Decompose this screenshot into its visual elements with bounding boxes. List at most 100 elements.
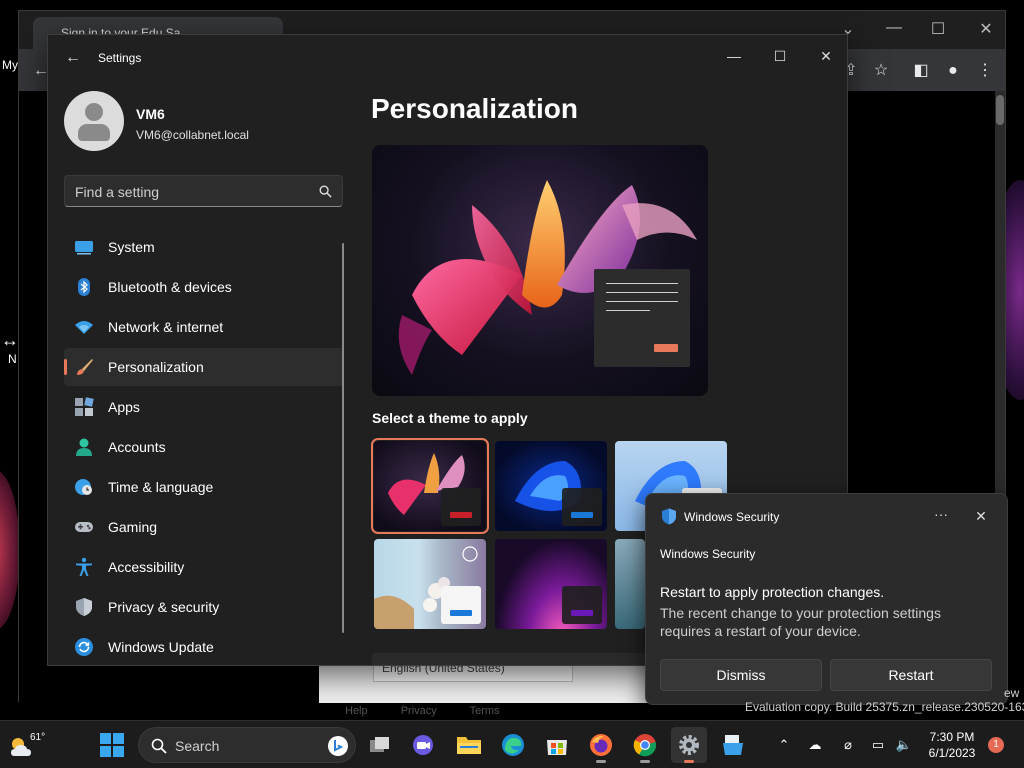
sidebar-item-label: System: [108, 239, 155, 255]
search-input[interactable]: [75, 182, 305, 202]
display-icon[interactable]: ▭: [868, 735, 888, 755]
browser-minimize-button[interactable]: —: [881, 19, 907, 41]
bookmark-star-icon[interactable]: ☆: [871, 61, 891, 81]
user-email: VM6@collabnet.local: [136, 128, 249, 142]
sidebar-item-network[interactable]: Network & internet: [64, 308, 344, 346]
close-button[interactable]: ✕: [803, 41, 847, 71]
settings-app[interactable]: [671, 727, 707, 763]
clock-date: 6/1/2023: [928, 746, 976, 760]
network-offline-icon[interactable]: ⌀: [838, 735, 858, 755]
store-icon: [547, 740, 567, 755]
globe-clock-icon: [75, 479, 92, 495]
system-clock[interactable]: 7:30 PM 6/1/2023: [922, 729, 982, 761]
sidebar-item-label: Personalization: [108, 359, 204, 375]
task-view-icon: [370, 737, 389, 752]
side-panel-icon[interactable]: ◧: [911, 61, 931, 81]
chevron-up-icon[interactable]: ⌃: [774, 735, 794, 755]
firefox-icon: [590, 734, 612, 756]
sidebar-item-label: Accessibility: [108, 559, 185, 575]
taskbar-search[interactable]: Search: [138, 727, 356, 763]
clock-time: 7:30 PM: [929, 730, 975, 744]
weather-widget[interactable]: 61°: [8, 730, 48, 760]
notes-app[interactable]: [715, 727, 751, 763]
sidebar-item-personalization[interactable]: Personalization: [64, 348, 344, 386]
toast-title: Restart to apply protection changes.: [660, 584, 885, 600]
start-button[interactable]: [94, 727, 130, 763]
system-icon: [75, 241, 93, 255]
sidebar-item-accessibility[interactable]: Accessibility: [64, 548, 344, 586]
sidebar-item-privacy[interactable]: Privacy & security: [64, 588, 344, 626]
avatar-head: [85, 103, 103, 121]
maximize-button[interactable]: ☐: [757, 41, 803, 71]
avatar-body: [78, 124, 110, 141]
wallpaper-glow-left: [0, 470, 20, 630]
browser-maximize-button[interactable]: ☐: [925, 19, 951, 41]
sidebar-item-gaming[interactable]: Gaming: [64, 508, 344, 546]
dismiss-button[interactable]: Dismiss: [660, 659, 822, 691]
preview-line: [606, 301, 678, 302]
toast-body: The recent change to your protection set…: [660, 605, 941, 639]
evaluation-watermark: Evaluation copy. Build 25375.zn_release.…: [745, 700, 1024, 714]
sidebar-item-apps[interactable]: Apps: [64, 388, 344, 426]
toast-app-name: Windows Security: [684, 510, 780, 524]
theme-tile-blue-dark[interactable]: [495, 441, 607, 531]
sidebar-item-label: Gaming: [108, 519, 158, 535]
notification-badge[interactable]: 1: [988, 737, 1004, 753]
chrome-app[interactable]: [627, 727, 663, 763]
settings-row[interactable]: [372, 653, 662, 665]
footer-link-terms[interactable]: Terms: [470, 705, 500, 717]
settings-search-box[interactable]: [64, 175, 343, 207]
more-options-icon[interactable]: ···: [928, 504, 954, 528]
desktop-icon-label[interactable]: N: [8, 352, 17, 366]
theme-tile-flowers[interactable]: [374, 539, 486, 629]
sidebar-item-windows-update[interactable]: Windows Update: [64, 628, 344, 665]
settings-titlebar[interactable]: ← Settings — ☐ ✕: [48, 35, 847, 81]
browser-scroll-thumb[interactable]: [996, 95, 1004, 125]
sidebar-item-label: Bluetooth & devices: [108, 279, 232, 295]
task-view-button[interactable]: [362, 727, 398, 763]
sidebar-item-accounts[interactable]: Accounts: [64, 428, 344, 466]
menu-kebab-icon[interactable]: ⋮: [975, 61, 995, 81]
theme-tile-lake[interactable]: [615, 539, 645, 629]
microsoft-store-app[interactable]: [539, 727, 575, 763]
sidebar-item-time-language[interactable]: Time & language: [64, 468, 344, 506]
profile-icon[interactable]: ●: [943, 61, 963, 81]
avatar[interactable]: [64, 91, 124, 151]
theme-tile-bloom-dark[interactable]: [371, 438, 489, 534]
person-icon: [76, 438, 92, 456]
notification-toast[interactable]: Windows Security ··· ✕ Windows Security …: [645, 493, 1008, 705]
theme-accent-bar: [450, 512, 472, 518]
browser-close-button[interactable]: ✕: [973, 19, 999, 41]
theme-section-label: Select a theme to apply: [372, 410, 528, 426]
file-explorer-app[interactable]: [451, 727, 487, 763]
shield-icon: [76, 598, 92, 616]
footer-link-help[interactable]: Help: [345, 705, 368, 717]
close-icon[interactable]: ✕: [968, 504, 994, 528]
resize-cursor-icon: ↔: [1, 330, 19, 350]
theme-chip: [562, 488, 602, 526]
volume-icon[interactable]: 🔈: [894, 735, 914, 755]
user-profile[interactable]: VM6 VM6@collabnet.local: [64, 91, 354, 153]
edge-browser-app[interactable]: [495, 727, 531, 763]
meet-app[interactable]: [405, 727, 441, 763]
sidebar-item-system[interactable]: System: [64, 228, 344, 266]
apps-icon: [75, 397, 94, 416]
restart-button[interactable]: Restart: [830, 659, 992, 691]
weather-temp: 61°: [30, 732, 46, 743]
preview-accent-button: [654, 344, 678, 352]
accessibility-icon: [76, 557, 92, 576]
sidebar-item-bluetooth[interactable]: Bluetooth & devices: [64, 268, 344, 306]
minimize-button[interactable]: —: [711, 41, 757, 71]
desktop-icon-label[interactable]: My: [2, 58, 18, 72]
search-icon[interactable]: [319, 185, 332, 198]
nav-scrollbar[interactable]: [342, 243, 344, 633]
back-arrow-icon[interactable]: ←: [62, 47, 84, 69]
wifi-icon: [75, 321, 93, 334]
onedrive-cloud-icon[interactable]: ☁: [805, 735, 825, 755]
taskbar-search-label: Search: [175, 738, 220, 754]
theme-tile-glow[interactable]: [495, 539, 607, 629]
theme-chip: [441, 586, 481, 624]
sidebar-item-label: Windows Update: [108, 639, 214, 655]
firefox-app[interactable]: [583, 727, 619, 763]
footer-link-privacy[interactable]: Privacy: [401, 705, 437, 717]
